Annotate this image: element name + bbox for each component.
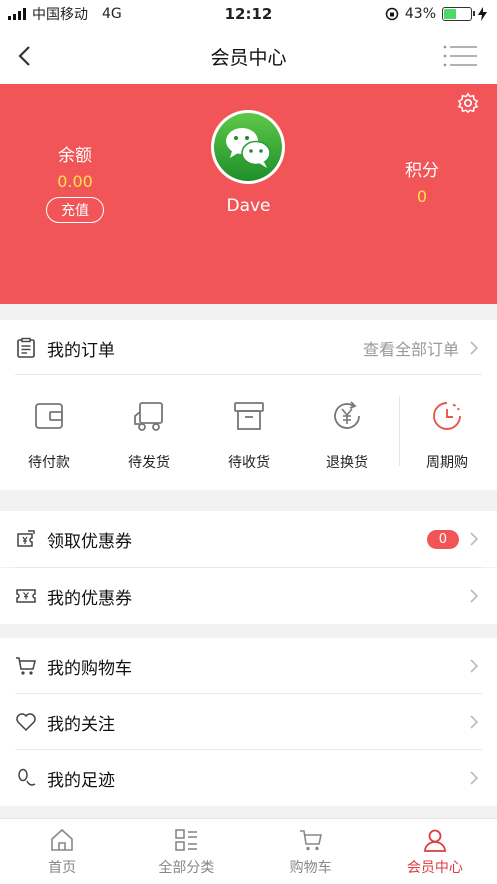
coupon-icon: [16, 589, 36, 603]
nav-bar: 会员中心: [0, 28, 497, 84]
my-orders-label: 我的订单: [47, 340, 115, 361]
settings-gear-icon[interactable]: [457, 92, 479, 114]
my-follows-row[interactable]: 我的关注: [0, 694, 497, 750]
order-status-label: 退换货: [326, 455, 368, 471]
chevron-right-icon: [470, 771, 479, 785]
my-follows-label: 我的关注: [47, 714, 115, 735]
chevron-right-icon: [470, 341, 479, 355]
my-cart-label: 我的购物车: [47, 658, 132, 679]
order-status-returns[interactable]: 退换货: [302, 398, 392, 472]
order-list-icon: [17, 337, 35, 358]
truck-icon: [134, 402, 163, 431]
order-status-pending-shipment[interactable]: 待发货: [104, 398, 194, 472]
tab-home[interactable]: 首页: [0, 819, 124, 884]
points-block: 积分 0: [372, 156, 472, 206]
view-all-orders-link[interactable]: 查看全部订单: [363, 336, 479, 360]
cart-icon: [16, 657, 36, 675]
order-status-label: 待收货: [228, 455, 270, 471]
my-coupons-row[interactable]: 我的优惠券: [0, 568, 497, 624]
menu-icon[interactable]: [443, 44, 479, 68]
status-right: 43%: [385, 6, 487, 22]
battery-icon: [442, 7, 475, 21]
charging-icon: [478, 7, 487, 21]
tab-member-center[interactable]: 会员中心: [373, 819, 497, 884]
balance-label: 余额: [58, 146, 92, 166]
order-status-label: 周期购: [426, 455, 468, 471]
chevron-right-icon: [470, 715, 479, 729]
order-status-pending-payment[interactable]: 待付款: [4, 398, 94, 472]
box-icon: [234, 402, 264, 430]
tab-label: 会员中心: [406, 860, 463, 876]
orientation-lock-icon: [385, 7, 399, 21]
heart-icon: [16, 713, 36, 732]
yen-refresh-icon: [334, 401, 360, 429]
my-cart-row[interactable]: 我的购物车: [0, 638, 497, 694]
home-icon: [51, 828, 73, 851]
balance-value: 0.00: [57, 172, 93, 191]
tab-label: 全部分类: [158, 860, 215, 876]
my-history-row[interactable]: 我的足迹: [0, 750, 497, 806]
bottom-tab-bar: 首页 全部分类 购物车 会员中心: [0, 818, 497, 884]
my-history-right: [469, 770, 479, 786]
my-coupons-label: 我的优惠券: [47, 588, 132, 609]
divider: [15, 374, 482, 375]
order-status-label: 待付款: [28, 455, 70, 471]
clock-icon: [433, 402, 461, 430]
category-icon: [175, 829, 198, 851]
my-cart-right: [469, 658, 479, 674]
order-status-subscription[interactable]: 周期购: [402, 398, 492, 472]
coupon-count-badge: 0: [426, 529, 459, 549]
profile-header: 余额 0.00 充值 Dave 积分 0: [0, 84, 497, 304]
battery-percent: 43%: [404, 6, 436, 22]
chevron-right-icon: [470, 532, 479, 546]
user-icon: [423, 829, 446, 852]
wechat-avatar-icon: [214, 113, 282, 181]
my-orders-row[interactable]: 我的订单 查看全部订单: [0, 320, 497, 376]
footprint-icon: [18, 768, 36, 786]
avatar[interactable]: [211, 110, 285, 184]
my-history-label: 我的足迹: [47, 770, 115, 791]
tab-categories[interactable]: 全部分类: [124, 819, 248, 884]
order-status-label: 待发货: [128, 455, 170, 471]
view-all-orders-label: 查看全部订单: [362, 340, 459, 359]
points-label: 积分: [405, 161, 439, 181]
status-bar: 中国移动 4G 12:12 43%: [0, 0, 497, 28]
claim-coupons-right: 0: [426, 529, 479, 549]
claim-coupons-label: 领取优惠券: [47, 531, 132, 552]
cart-icon: [299, 830, 322, 851]
claim-coupons-row[interactable]: 领取优惠券 0: [0, 511, 497, 567]
tab-label: 购物车: [289, 860, 332, 876]
orders-section: 我的订单 查看全部订单 待付款 待发货 待收货 退换货 周期购: [0, 320, 497, 490]
points-value: 0: [416, 187, 428, 206]
my-follows-right: [469, 714, 479, 730]
page-title: 会员中心: [210, 46, 287, 69]
my-coupons-right: [469, 588, 479, 604]
chevron-right-icon: [470, 589, 479, 603]
vertical-divider: [399, 396, 400, 466]
tab-label: 首页: [48, 860, 77, 876]
tab-cart[interactable]: 购物车: [249, 819, 373, 884]
order-status-grid: 待付款 待发货 待收货 退换货 周期购: [0, 386, 497, 486]
order-status-pending-receipt[interactable]: 待收货: [204, 398, 294, 472]
back-arrow-icon[interactable]: [14, 44, 38, 68]
coupon-claim-icon: [17, 530, 35, 547]
wallet-icon: [35, 403, 63, 429]
chevron-right-icon: [470, 659, 479, 673]
